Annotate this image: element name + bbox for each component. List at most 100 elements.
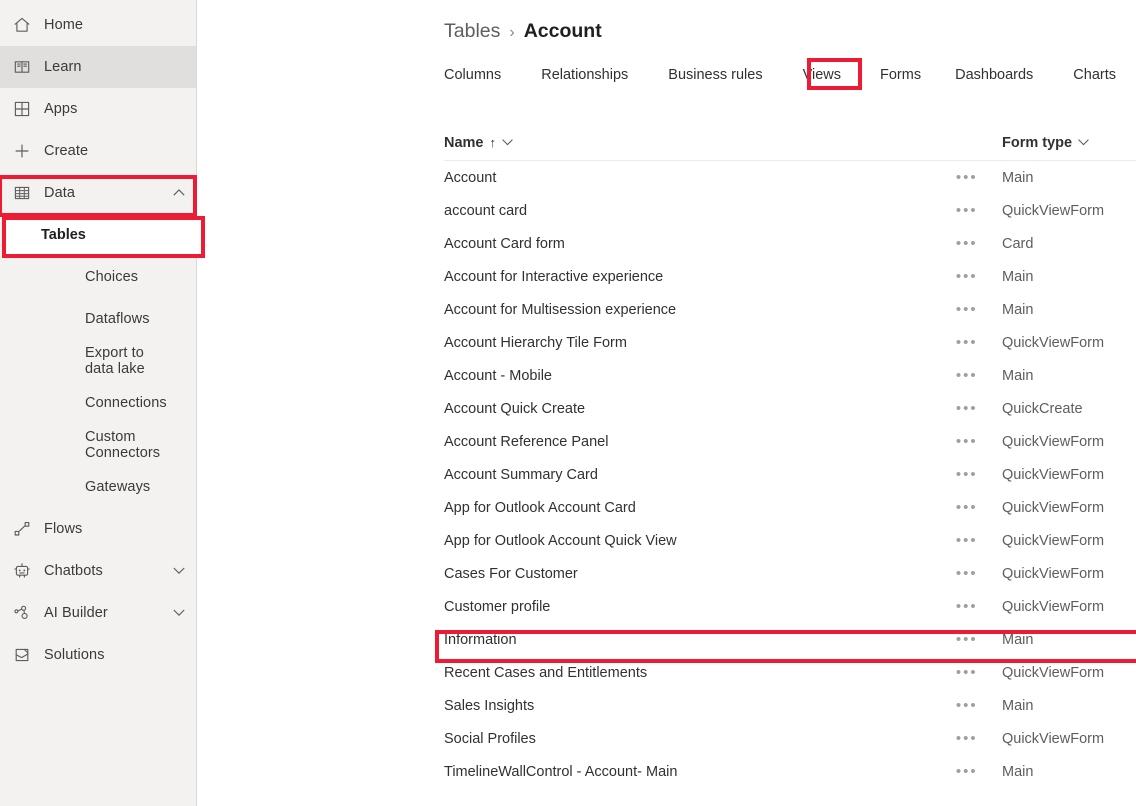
sidebar-item-home[interactable]: Home bbox=[0, 4, 196, 46]
row-more-options-icon[interactable]: ••• bbox=[956, 202, 978, 219]
cell-form-name[interactable]: Account bbox=[444, 170, 956, 186]
cell-form-name[interactable]: Account - Mobile bbox=[444, 368, 956, 384]
cell-form-name[interactable]: TimelineWallControl - Account- Main bbox=[444, 764, 956, 780]
row-more-options-icon[interactable]: ••• bbox=[956, 169, 978, 186]
table-row[interactable]: Account Reference Panel•••QuickViewFormS… bbox=[444, 425, 1136, 458]
forms-list-grid: Name ↑ Form type bbox=[444, 131, 1136, 788]
row-more-options-icon[interactable]: ••• bbox=[956, 565, 978, 582]
row-more-options-icon[interactable]: ••• bbox=[956, 466, 978, 483]
column-header-form-type[interactable]: Form type bbox=[1002, 135, 1136, 151]
cell-form-type: QuickViewForm bbox=[1002, 731, 1136, 747]
tab-columns[interactable]: Columns bbox=[444, 63, 501, 87]
cell-form-name[interactable]: App for Outlook Account Quick View bbox=[444, 533, 956, 549]
chevron-down-icon[interactable] bbox=[162, 567, 196, 575]
sidebar-item-ai-builder[interactable]: AI Builder bbox=[0, 592, 196, 634]
table-row[interactable]: account card•••QuickViewFormStandard bbox=[444, 194, 1136, 227]
cell-form-name[interactable]: Account for Multisession experience bbox=[444, 302, 956, 318]
sidebar-item-export-to-data-lake[interactable]: Export to data lake bbox=[0, 340, 196, 382]
chevron-down-icon[interactable] bbox=[502, 139, 513, 146]
row-more-options-icon[interactable]: ••• bbox=[956, 334, 978, 351]
tab-views[interactable]: Views bbox=[803, 63, 841, 87]
table-row[interactable]: Account - Mobile•••MainCustom bbox=[444, 359, 1136, 392]
tab-forms[interactable]: Forms bbox=[872, 63, 929, 87]
table-row[interactable]: Social Profiles•••QuickViewFormStandard bbox=[444, 722, 1136, 755]
cell-form-name[interactable]: Account Card form bbox=[444, 236, 956, 252]
tab-dashboards[interactable]: Dashboards bbox=[955, 63, 1033, 87]
cell-form-type: QuickViewForm bbox=[1002, 599, 1136, 615]
table-row[interactable]: Information•••MainStandard bbox=[444, 623, 1136, 656]
row-more-options-icon[interactable]: ••• bbox=[956, 532, 978, 549]
table-row[interactable]: Account Hierarchy Tile Form•••QuickViewF… bbox=[444, 326, 1136, 359]
cell-form-name[interactable]: Account Reference Panel bbox=[444, 434, 956, 450]
chevron-down-icon[interactable] bbox=[162, 609, 196, 617]
sidebar-item-dataflows[interactable]: Dataflows bbox=[0, 298, 196, 340]
row-more-options-icon[interactable]: ••• bbox=[956, 598, 978, 615]
cell-form-name[interactable]: Account Hierarchy Tile Form bbox=[444, 335, 956, 351]
row-more-options-icon[interactable]: ••• bbox=[956, 664, 978, 681]
cell-form-name[interactable]: Customer profile bbox=[444, 599, 956, 615]
home-icon bbox=[0, 16, 44, 34]
table-row[interactable]: TimelineWallControl - Account- Main•••Ma… bbox=[444, 755, 1136, 788]
table-row[interactable]: Account Summary Card•••QuickViewFormCust… bbox=[444, 458, 1136, 491]
cell-form-name[interactable]: Sales Insights bbox=[444, 698, 956, 714]
sidebar-item-choices[interactable]: Choices bbox=[0, 256, 196, 298]
row-more-options-icon[interactable]: ••• bbox=[956, 235, 978, 252]
table-row[interactable]: Account for Interactive experience•••Mai… bbox=[444, 260, 1136, 293]
row-more-options-icon[interactable]: ••• bbox=[956, 697, 978, 714]
cell-row-actions: ••• bbox=[956, 334, 1002, 352]
table-row[interactable]: Account Quick Create•••QuickCreateStanda… bbox=[444, 392, 1136, 425]
table-row[interactable]: Customer profile•••QuickViewFormCustom bbox=[444, 590, 1136, 623]
row-more-options-icon[interactable]: ••• bbox=[956, 631, 978, 648]
row-more-options-icon[interactable]: ••• bbox=[956, 499, 978, 516]
cell-row-actions: ••• bbox=[956, 301, 1002, 319]
sidebar-item-custom-connectors[interactable]: Custom Connectors bbox=[0, 424, 196, 466]
sidebar-item-tables[interactable]: Tables bbox=[0, 214, 196, 256]
table-row[interactable]: Recent Cases and Entitlements•••QuickVie… bbox=[444, 656, 1136, 689]
sidebar-item-solutions[interactable]: Solutions bbox=[0, 634, 196, 676]
column-header-name[interactable]: Name ↑ bbox=[444, 135, 956, 151]
table-row[interactable]: App for Outlook Account Quick View•••Qui… bbox=[444, 524, 1136, 557]
sidebar-item-label: Data bbox=[44, 185, 162, 201]
tab-relationships[interactable]: Relationships bbox=[541, 63, 628, 87]
cell-form-name[interactable]: Account Quick Create bbox=[444, 401, 956, 417]
cell-form-name[interactable]: Cases For Customer bbox=[444, 566, 956, 582]
row-more-options-icon[interactable]: ••• bbox=[956, 400, 978, 417]
cell-form-name[interactable]: Account Summary Card bbox=[444, 467, 956, 483]
breadcrumb-parent-tables[interactable]: Tables bbox=[444, 20, 500, 43]
cell-form-name[interactable]: Account for Interactive experience bbox=[444, 269, 956, 285]
row-more-options-icon[interactable]: ••• bbox=[956, 730, 978, 747]
cell-form-name[interactable]: Social Profiles bbox=[444, 731, 956, 747]
chevron-down-icon[interactable] bbox=[1078, 139, 1089, 146]
cell-form-name[interactable]: account card bbox=[444, 203, 956, 219]
sidebar-item-data[interactable]: Data bbox=[0, 172, 196, 214]
table-row[interactable]: Account Card form•••CardStandard bbox=[444, 227, 1136, 260]
cell-form-name[interactable]: Recent Cases and Entitlements bbox=[444, 665, 956, 681]
sidebar-item-label: Chatbots bbox=[44, 563, 162, 579]
sidebar-item-connections[interactable]: Connections bbox=[0, 382, 196, 424]
cell-form-type: Main bbox=[1002, 698, 1136, 714]
table-row[interactable]: Account for Multisession experience•••Ma… bbox=[444, 293, 1136, 326]
row-more-options-icon[interactable]: ••• bbox=[956, 433, 978, 450]
sidebar-item-gateways[interactable]: Gateways bbox=[0, 466, 196, 508]
row-more-options-icon[interactable]: ••• bbox=[956, 268, 978, 285]
sidebar-item-create[interactable]: Create bbox=[0, 130, 196, 172]
sidebar-item-chatbots[interactable]: Chatbots bbox=[0, 550, 196, 592]
row-more-options-icon[interactable]: ••• bbox=[956, 367, 978, 384]
tab-charts[interactable]: Charts bbox=[1073, 63, 1116, 87]
plus-icon bbox=[0, 142, 44, 160]
row-more-options-icon[interactable]: ••• bbox=[956, 763, 978, 780]
table-row[interactable]: Sales Insights•••MainStandard bbox=[444, 689, 1136, 722]
cell-form-type: QuickViewForm bbox=[1002, 500, 1136, 516]
sidebar-item-learn[interactable]: Learn bbox=[0, 46, 196, 88]
sidebar-item-flows[interactable]: Flows bbox=[0, 508, 196, 550]
cell-form-name[interactable]: App for Outlook Account Card bbox=[444, 500, 956, 516]
tab-business-rules[interactable]: Business rules bbox=[668, 63, 762, 87]
chevron-up-icon[interactable] bbox=[162, 189, 196, 197]
cell-form-name[interactable]: Information bbox=[444, 632, 956, 648]
sidebar-item-apps[interactable]: Apps bbox=[0, 88, 196, 130]
table-row[interactable]: Account•••MainStandard bbox=[444, 161, 1136, 194]
table-row[interactable]: App for Outlook Account Card••• QuickView… bbox=[444, 491, 1136, 524]
column-header-form-type-label: Form type bbox=[1002, 135, 1072, 151]
row-more-options-icon[interactable]: ••• bbox=[956, 301, 978, 318]
table-row[interactable]: Cases For Customer•••QuickViewFormCustom bbox=[444, 557, 1136, 590]
